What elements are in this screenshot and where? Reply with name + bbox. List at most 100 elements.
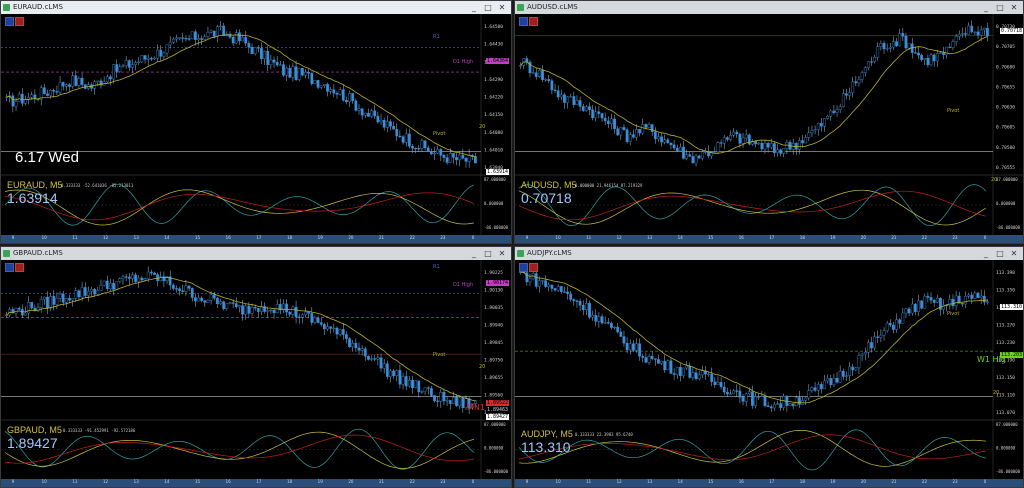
time-axis: 9 10 11 12 13 14 15 16 17 18 19 20 21 22 23 0 [515, 479, 1023, 487]
chart-window-gbpaud[interactable]: GBPAUD.cLMS _ □ ✕ 1.90225 1.90130 1.90035 1… [0, 246, 512, 488]
candle-body [773, 143, 776, 153]
candle-body [360, 348, 364, 351]
candle-body [291, 66, 295, 78]
level-price-box: 1.90174 [486, 280, 510, 286]
candle-body [895, 319, 898, 330]
close-icon[interactable]: ✕ [1007, 247, 1021, 260]
time-tick-label: 16 [225, 235, 231, 240]
minimize-icon[interactable]: _ [467, 247, 481, 260]
candle-body [445, 157, 449, 163]
chart-window-euraud[interactable]: EURAUD.cLMS _ □ ✕ 1.645001.644301.643601… [0, 0, 512, 244]
chart-window-audusd[interactable]: AUDUSD.cLMS _ □ ✕ 0.707300.707050.706800… [514, 0, 1024, 244]
maximize-icon[interactable]: □ [993, 1, 1007, 14]
candle-body [417, 380, 421, 393]
window-title: GBPAUD.cLMS [13, 249, 63, 257]
candle-body [209, 294, 213, 301]
one-click-trade-icon[interactable] [15, 17, 24, 26]
candle-body [873, 57, 877, 62]
close-icon[interactable]: ✕ [1007, 1, 1021, 14]
candle-body [93, 289, 97, 295]
window-titlebar[interactable]: EURAUD.cLMS _ □ ✕ [1, 1, 511, 14]
candle-body [547, 284, 551, 287]
minimize-icon[interactable]: _ [979, 1, 993, 14]
close-icon[interactable]: ✕ [495, 1, 509, 14]
level-20-label: 20 [479, 124, 486, 130]
y-tick-label: 1.90035 [484, 305, 503, 311]
candle-body [80, 287, 84, 298]
candle-body [757, 396, 761, 398]
candle-body [967, 294, 971, 297]
maximize-icon[interactable]: □ [481, 1, 495, 14]
candle-body [829, 110, 833, 117]
time-tick-label: 9 [525, 479, 529, 484]
candle-body [118, 66, 122, 72]
time-tick-label: 23 [952, 235, 958, 240]
one-click-trade-icon[interactable] [15, 263, 24, 272]
mn1-label: MN1 [467, 403, 485, 412]
d1high-label: D1 High [453, 282, 474, 288]
candle-body [845, 93, 848, 96]
one-click-trade-icon[interactable] [5, 17, 14, 26]
candle-body [341, 89, 345, 101]
candle-body [351, 343, 355, 348]
candle-body [193, 297, 197, 302]
candle-body [96, 80, 100, 82]
candle-body [563, 291, 566, 293]
price-chart-area[interactable]: 0.707300.707050.706800.706550.706300.706… [515, 14, 1023, 235]
time-axis: 9 10 11 12 13 14 15 16 17 18 19 20 21 22 23 0 [1, 479, 511, 487]
candle-body [747, 391, 751, 394]
price-chart-area[interactable]: 113.390 113.350 113.310 113.270 113.230 113.1… [515, 260, 1023, 479]
y-tick-label: 1.89845 [484, 340, 503, 346]
candle-body [206, 32, 210, 37]
time-tick-label: 18 [287, 479, 293, 484]
one-click-trade-icon[interactable] [5, 263, 14, 272]
window-titlebar[interactable]: AUDJPY.cLMS _ □ ✕ [515, 247, 1023, 260]
chart-window-audjpy[interactable]: AUDJPY.cLMS _ □ ✕ 113.390113.350113.3101… [514, 246, 1024, 488]
candle-body [420, 391, 424, 393]
candle-body [678, 367, 682, 377]
one-click-trade-icon[interactable] [519, 17, 528, 26]
candle-body [867, 61, 870, 68]
candle-body [467, 155, 471, 162]
candle-body [657, 136, 660, 140]
candle-body [954, 36, 958, 42]
candle-body [719, 381, 723, 388]
maximize-icon[interactable]: □ [481, 247, 495, 260]
window-titlebar[interactable]: GBPAUD.cLMS _ □ ✕ [1, 247, 511, 260]
candle-body [329, 326, 333, 329]
price-chart-area[interactable]: 1.90225 1.90130 1.90035 1.89940 1.89845 1.897… [1, 260, 511, 479]
candle-body [901, 312, 905, 324]
price-chart-area[interactable]: 1.645001.644301.643601.642901.642201.641… [1, 14, 511, 235]
candle-body [769, 406, 773, 409]
candle-body [678, 146, 682, 151]
time-tick-label: 10 [555, 235, 561, 240]
maximize-icon[interactable]: □ [993, 247, 1007, 260]
candle-body [857, 355, 861, 369]
minimize-icon[interactable]: _ [467, 1, 481, 14]
oscillator-signal-line [518, 190, 986, 221]
time-tick-label: 0 [983, 235, 987, 240]
candle-body [165, 44, 169, 54]
candle-body [600, 316, 604, 324]
candle-body [149, 271, 153, 274]
one-click-trade-icon[interactable] [529, 263, 538, 272]
candle-body [754, 140, 757, 145]
time-tick-label: 10 [41, 235, 47, 240]
candle-body [171, 38, 175, 43]
y-tick-label: 1.90225 [484, 270, 503, 276]
candle-body [688, 365, 692, 378]
candle-body [178, 37, 182, 39]
one-click-trade-icon[interactable] [529, 17, 538, 26]
candle-body [801, 400, 804, 405]
y-tick-label: 0.70705 [996, 44, 1015, 50]
current-price-box: 0.70718 [1000, 28, 1023, 34]
candle-body [124, 276, 128, 278]
candle-body [404, 133, 408, 143]
time-tick-label: 22 [921, 479, 928, 484]
candle-body [622, 336, 626, 344]
candle-body [256, 47, 260, 49]
one-click-trade-icon[interactable] [519, 263, 528, 272]
minimize-icon[interactable]: _ [979, 247, 993, 260]
close-icon[interactable]: ✕ [495, 247, 509, 260]
window-titlebar[interactable]: AUDUSD.cLMS _ □ ✕ [515, 1, 1023, 14]
